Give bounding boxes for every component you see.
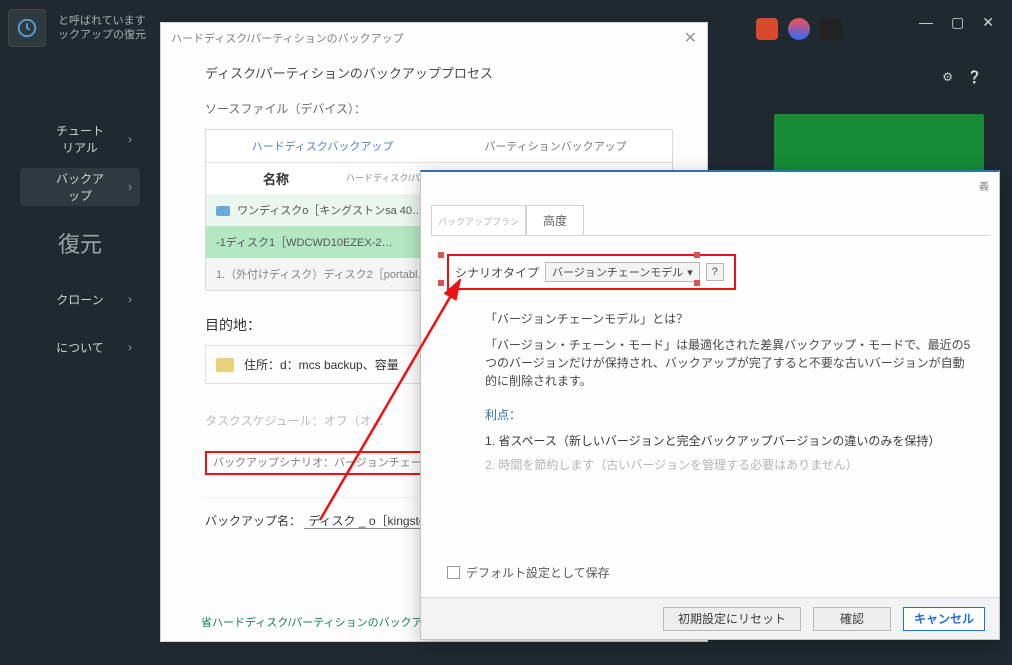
weibo-icon[interactable] <box>756 18 778 40</box>
sidebar-clone[interactable]: クローン› <box>20 280 140 318</box>
sidebar-backup[interactable]: バックア ップ› <box>20 168 140 206</box>
explain-question: 「バージョンチェーンモデル」とは？ <box>485 310 973 328</box>
reset-button[interactable]: 初期設定にリセット <box>663 607 801 631</box>
header-tools: ⚙ ❔ <box>942 70 982 84</box>
disk-icon <box>216 206 230 216</box>
close-button[interactable]: ✕ <box>982 14 994 31</box>
tab-advanced[interactable]: 高度 <box>526 205 584 236</box>
tab-hdd-backup[interactable]: ハードディスクバックアップ <box>206 130 439 162</box>
cancel-button[interactable]: キャンセル <box>903 607 985 631</box>
tab-partition-backup[interactable]: パーティションバックアップ <box>439 130 672 162</box>
scenario-type-select[interactable]: バージョンチェーンモデル ▾ <box>545 262 700 282</box>
backup-name-label: バックアップ名： <box>205 514 301 528</box>
maximize-button[interactable]: ▢ <box>951 14 964 31</box>
app-logo <box>8 9 46 47</box>
explain-body: 「バージョン・チェーン・モード」は最適化された差異バックアップ・モードで、最近の… <box>485 336 973 390</box>
save-default-label: デフォルト設定として保存 <box>466 564 610 581</box>
save-default-row[interactable]: デフォルト設定として保存 <box>447 564 610 581</box>
tab-backup-plan[interactable]: バックアッププラン <box>431 205 526 236</box>
gear-icon[interactable]: ⚙ <box>942 70 953 84</box>
advantages-header: 利点： <box>485 406 973 424</box>
chevron-down-icon: ▾ <box>687 266 693 279</box>
title-line2: ックアップの復元 <box>58 28 146 42</box>
dialog-title: ハードディスク/パーティションのバックアップ <box>171 30 404 46</box>
title-text: と呼ばれています ックアップの復元 <box>58 14 146 42</box>
save-default-checkbox[interactable] <box>447 566 460 579</box>
tray-icons <box>756 18 842 40</box>
source-label: ソースファイル（デバイス）： <box>205 100 673 117</box>
advantage-1: 1. 省スペース（新しいバージョンと完全バックアップバージョンの違いのみを保持） <box>485 432 973 450</box>
tshirt-icon[interactable] <box>820 18 842 40</box>
destination-value: 住所：d：mcs backup、容量 <box>244 356 399 373</box>
scenario-help-button[interactable]: ? <box>706 263 724 281</box>
scenario-type-highlight: シナリオタイプ バージョンチェーンモデル ▾ ? <box>447 254 736 290</box>
options-tabs: バックアッププラン 高度 <box>421 204 999 235</box>
col-name: 名称 <box>206 169 346 188</box>
sidebar-tutorial[interactable]: チュート リアル› <box>20 120 140 158</box>
options-footer: 初期設定にリセット 確認 キャンセル <box>421 597 999 639</box>
scenario-type-label: シナリオタイプ <box>455 264 539 281</box>
sidebar-restore[interactable]: 復元 <box>20 220 140 266</box>
options-header-char: 義 <box>979 178 989 193</box>
dialog-header: ハードディスク/パーティションのバックアップ ✕ <box>161 23 707 53</box>
minimize-button[interactable]: — <box>919 14 933 31</box>
window-controls: — ▢ ✕ <box>919 14 994 31</box>
sidebar-about[interactable]: について› <box>20 328 140 366</box>
sidebar: チュート リアル› バックア ップ› 復元 クローン› について› <box>20 120 160 376</box>
section-title: ディスク/パーティションのバックアッププロセス <box>205 63 673 82</box>
folder-icon <box>216 358 234 372</box>
qq-icon[interactable] <box>788 18 810 40</box>
advantage-2: 2. 時間を節約します（古いバージョンを管理する必要はありません） <box>485 456 973 474</box>
title-line1: と呼ばれています <box>58 14 146 28</box>
options-dialog: 義 バックアッププラン 高度 シナリオタイプ バージョンチェーンモデル ▾ ? … <box>420 170 1000 640</box>
help-icon[interactable]: ❔ <box>967 70 982 84</box>
ok-button[interactable]: 確認 <box>813 607 891 631</box>
dialog-close-icon[interactable]: ✕ <box>684 28 697 48</box>
